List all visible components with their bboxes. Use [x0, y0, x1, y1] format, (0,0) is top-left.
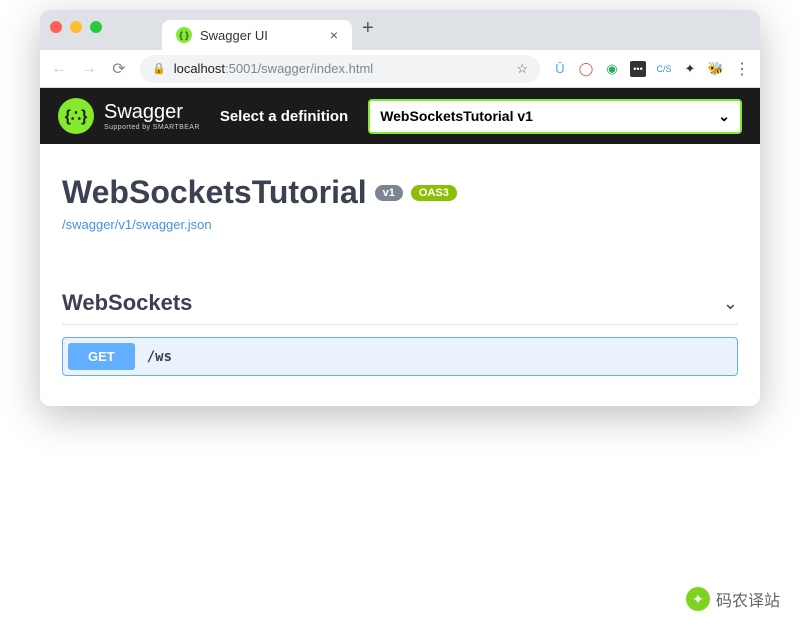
lock-icon: 🔒 [152, 62, 166, 75]
logo-name: Swagger [104, 101, 200, 124]
forward-button[interactable]: → [80, 60, 98, 78]
watermark-text: 码农译站 [716, 587, 780, 611]
oas-badge: OAS3 [411, 185, 457, 201]
tag-header[interactable]: WebSockets ⌄ [62, 282, 738, 325]
selected-definition: WebSocketsTutorial v1 [380, 108, 533, 124]
swagger-content: WebSocketsTutorial v1 OAS3 /swagger/v1/s… [40, 144, 760, 406]
browser-toolbar: ← → ⟳ 🔒 localhost:5001/swagger/index.htm… [40, 50, 760, 88]
maximize-window-button[interactable] [90, 21, 102, 33]
version-badge: v1 [375, 185, 403, 201]
extension-icon[interactable]: C/S [656, 61, 672, 77]
chevron-down-icon: ⌄ [723, 293, 738, 314]
swagger-favicon-icon: { } [176, 27, 192, 43]
bookmark-star-icon[interactable]: ☆ [516, 61, 528, 77]
browser-menu-icon[interactable]: ⋮ [734, 59, 750, 79]
wechat-icon: ✦ [686, 587, 710, 611]
api-title: WebSocketsTutorial [62, 174, 367, 211]
swagger-topbar: {∴} Swagger Supported by SMARTBEAR Selec… [40, 88, 760, 144]
logo-subtitle: Supported by SMARTBEAR [104, 124, 200, 131]
tag-section: WebSockets ⌄ GET /ws [62, 282, 738, 376]
new-tab-button[interactable]: + [352, 17, 384, 40]
reload-button[interactable]: ⟳ [110, 59, 128, 79]
close-window-button[interactable] [50, 21, 62, 33]
http-method-badge: GET [68, 343, 135, 370]
api-title-row: WebSocketsTutorial v1 OAS3 [62, 174, 738, 211]
chevron-down-icon: ⌄ [718, 108, 730, 125]
swagger-logo: {∴} Swagger Supported by SMARTBEAR [58, 98, 200, 134]
operation-row[interactable]: GET /ws [62, 337, 738, 376]
extensions-area: Ū ◯ ◉ ••• C/S ✦ 🐝 ⋮ [552, 59, 750, 79]
definition-select[interactable]: WebSocketsTutorial v1 ⌄ [368, 99, 742, 134]
close-tab-icon[interactable]: × [330, 27, 338, 43]
tag-name: WebSockets [62, 290, 192, 316]
browser-tab[interactable]: { } Swagger UI × [162, 20, 352, 50]
url-text: localhost:5001/swagger/index.html [174, 61, 373, 76]
tab-title: Swagger UI [200, 28, 268, 43]
extension-icon[interactable]: Ū [552, 61, 568, 77]
watermark: ✦ 码农译站 [686, 587, 780, 611]
minimize-window-button[interactable] [70, 21, 82, 33]
swagger-json-link[interactable]: /swagger/v1/swagger.json [62, 217, 738, 232]
back-button[interactable]: ← [50, 60, 68, 78]
extension-icon[interactable]: ◯ [578, 61, 594, 77]
traffic-lights [50, 21, 102, 33]
definition-select-label: Select a definition [220, 108, 348, 125]
browser-window: { } Swagger UI × + ← → ⟳ 🔒 localhost:500… [40, 10, 760, 406]
swagger-logo-icon: {∴} [58, 98, 94, 134]
operation-path: /ws [147, 349, 172, 365]
extension-icon[interactable]: 🐝 [708, 61, 724, 77]
address-bar[interactable]: 🔒 localhost:5001/swagger/index.html ☆ [140, 55, 540, 83]
extensions-puzzle-icon[interactable]: ✦ [682, 61, 698, 77]
titlebar: { } Swagger UI × + [40, 10, 760, 50]
extension-icon[interactable]: ◉ [604, 61, 620, 77]
extension-icon[interactable]: ••• [630, 61, 646, 77]
